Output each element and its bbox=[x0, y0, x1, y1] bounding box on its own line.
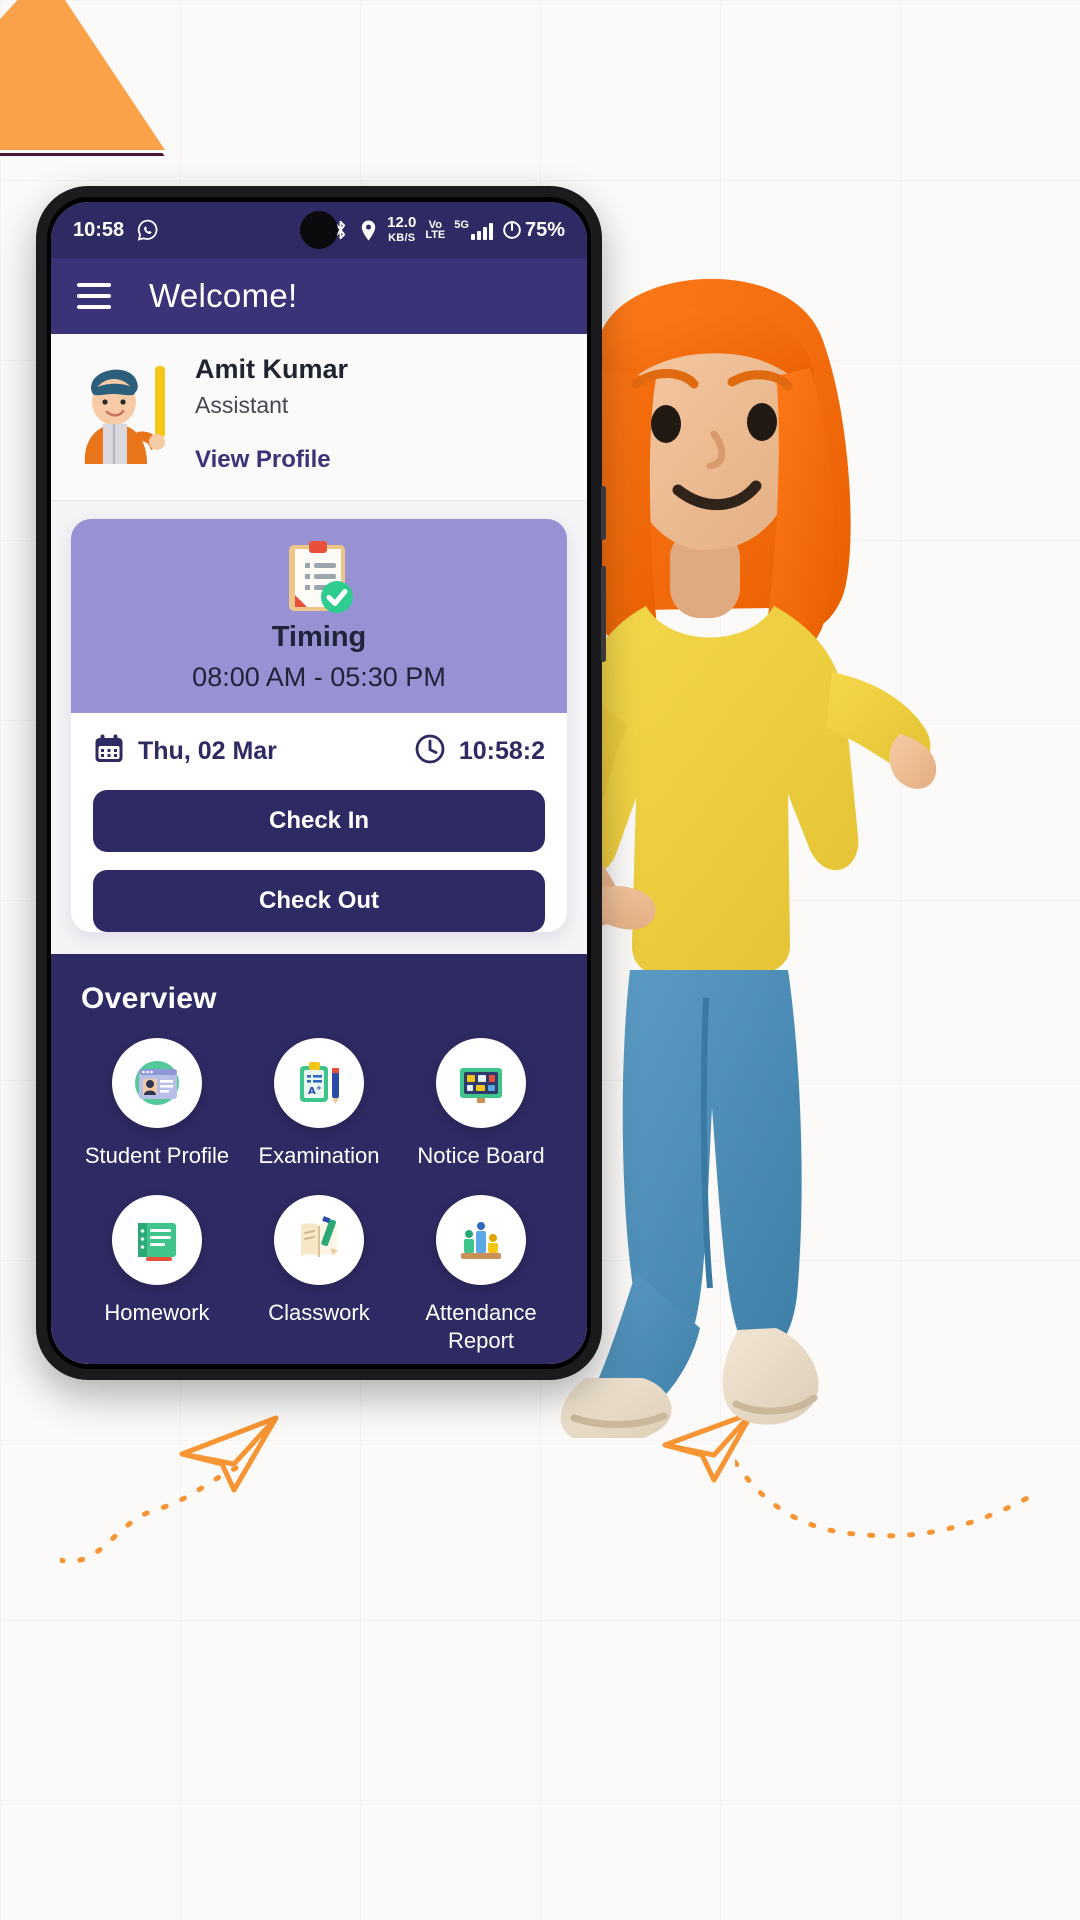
network-label: 5G bbox=[454, 219, 469, 231]
front-camera-punch-hole bbox=[300, 211, 338, 249]
data-rate-unit: KB/S bbox=[388, 232, 416, 244]
date-time-row: Thu, 02 Mar 10:58:2 bbox=[71, 713, 567, 786]
overview-title: Overview bbox=[81, 981, 217, 1015]
phone-mockup: 10:58 12.0 KB/S Vo LTE 5G 75% Welcome! A… bbox=[36, 186, 606, 1380]
attendance-chart-icon bbox=[436, 1195, 526, 1285]
overview-tile-examination[interactable]: A + Examination bbox=[243, 1037, 395, 1170]
check-in-button[interactable]: Check In bbox=[93, 790, 545, 852]
timing-range: 08:00 AM - 05:30 PM bbox=[192, 662, 446, 692]
volte-line2: LTE bbox=[425, 229, 446, 241]
tile-label: Examination bbox=[258, 1142, 380, 1168]
data-rate-value: 12.0 bbox=[387, 213, 417, 231]
clock-time-value: 10:58:2 bbox=[458, 737, 545, 765]
time-item: 10:58:2 bbox=[414, 733, 545, 770]
calendar-icon bbox=[93, 733, 125, 770]
check-out-button[interactable]: Check Out bbox=[93, 870, 545, 932]
timing-label: Timing bbox=[271, 621, 367, 653]
hamburger-menu-icon[interactable] bbox=[77, 283, 111, 309]
data-rate-indicator: 12.0 KB/S bbox=[387, 213, 417, 245]
notebook-pencil-icon bbox=[274, 1195, 364, 1285]
overview-tile-homework[interactable]: Homework bbox=[81, 1195, 233, 1354]
volte-icon: Vo LTE bbox=[425, 219, 446, 241]
battery-circle-icon bbox=[503, 221, 521, 239]
network-signal-icon: 5G bbox=[454, 220, 493, 240]
dotted-trail-right bbox=[732, 1452, 1035, 1562]
timing-header: Timing 08:00 AM - 05:30 PM bbox=[71, 519, 567, 713]
status-bar: 10:58 12.0 KB/S Vo LTE 5G 75% bbox=[51, 202, 587, 258]
overview-grid: Student Profile A + Examination Notice B… bbox=[81, 1037, 557, 1355]
profile-name: Amit Kumar bbox=[195, 354, 349, 384]
battery-indicator: 75% bbox=[502, 219, 565, 242]
date-item: Thu, 02 Mar bbox=[93, 733, 277, 770]
notice-board-icon bbox=[436, 1037, 526, 1128]
overview-tile-classwork[interactable]: Classwork bbox=[243, 1195, 395, 1354]
battery-percent: 75% bbox=[524, 218, 565, 241]
power-button[interactable] bbox=[601, 486, 606, 540]
dotted-trail-left bbox=[57, 1462, 250, 1572]
signal-bars-icon bbox=[470, 223, 493, 240]
overview-section: Overview Student Profile A + Examination… bbox=[51, 953, 587, 1364]
overview-tile-attendance-report[interactable]: Attendance Report bbox=[405, 1195, 557, 1354]
teacher-avatar bbox=[77, 354, 173, 464]
svg-text:A: A bbox=[308, 1086, 316, 1097]
screen-content: Amit Kumar Assistant View Profile Timing… bbox=[51, 334, 587, 1364]
status-bar-time: 10:58 bbox=[73, 218, 125, 241]
view-profile-link[interactable]: View Profile bbox=[195, 446, 348, 474]
homework-book-icon bbox=[112, 1195, 202, 1285]
overview-tile-student-profile[interactable]: Student Profile bbox=[81, 1037, 233, 1170]
location-pin-icon bbox=[359, 219, 378, 242]
profile-role: Assistant bbox=[195, 392, 289, 418]
tile-label: Student Profile bbox=[84, 1142, 230, 1168]
svg-text:+: + bbox=[316, 1084, 322, 1092]
tile-label: Classwork bbox=[268, 1300, 370, 1325]
overview-tile-notice-board[interactable]: Notice Board bbox=[405, 1037, 557, 1170]
page-title: Welcome! bbox=[149, 277, 298, 314]
volume-button[interactable] bbox=[601, 566, 606, 662]
whatsapp-icon bbox=[136, 218, 160, 242]
app-bar: Welcome! bbox=[51, 258, 587, 334]
clock-icon bbox=[414, 733, 446, 770]
tile-label: Homework bbox=[104, 1300, 210, 1325]
timing-card: Timing 08:00 AM - 05:30 PM Thu, 02 Mar 1… bbox=[71, 519, 567, 932]
tile-label: Attendance Report bbox=[425, 1300, 537, 1353]
clipboard-check-icon bbox=[283, 539, 355, 615]
id-card-icon bbox=[112, 1037, 202, 1128]
date-value: Thu, 02 Mar bbox=[138, 737, 277, 765]
exam-clipboard-icon: A + bbox=[274, 1037, 364, 1128]
profile-card: Amit Kumar Assistant View Profile bbox=[51, 334, 587, 501]
phone-screen: 10:58 12.0 KB/S Vo LTE 5G 75% Welcome! A… bbox=[51, 202, 587, 1364]
tile-label: Notice Board bbox=[417, 1142, 545, 1168]
